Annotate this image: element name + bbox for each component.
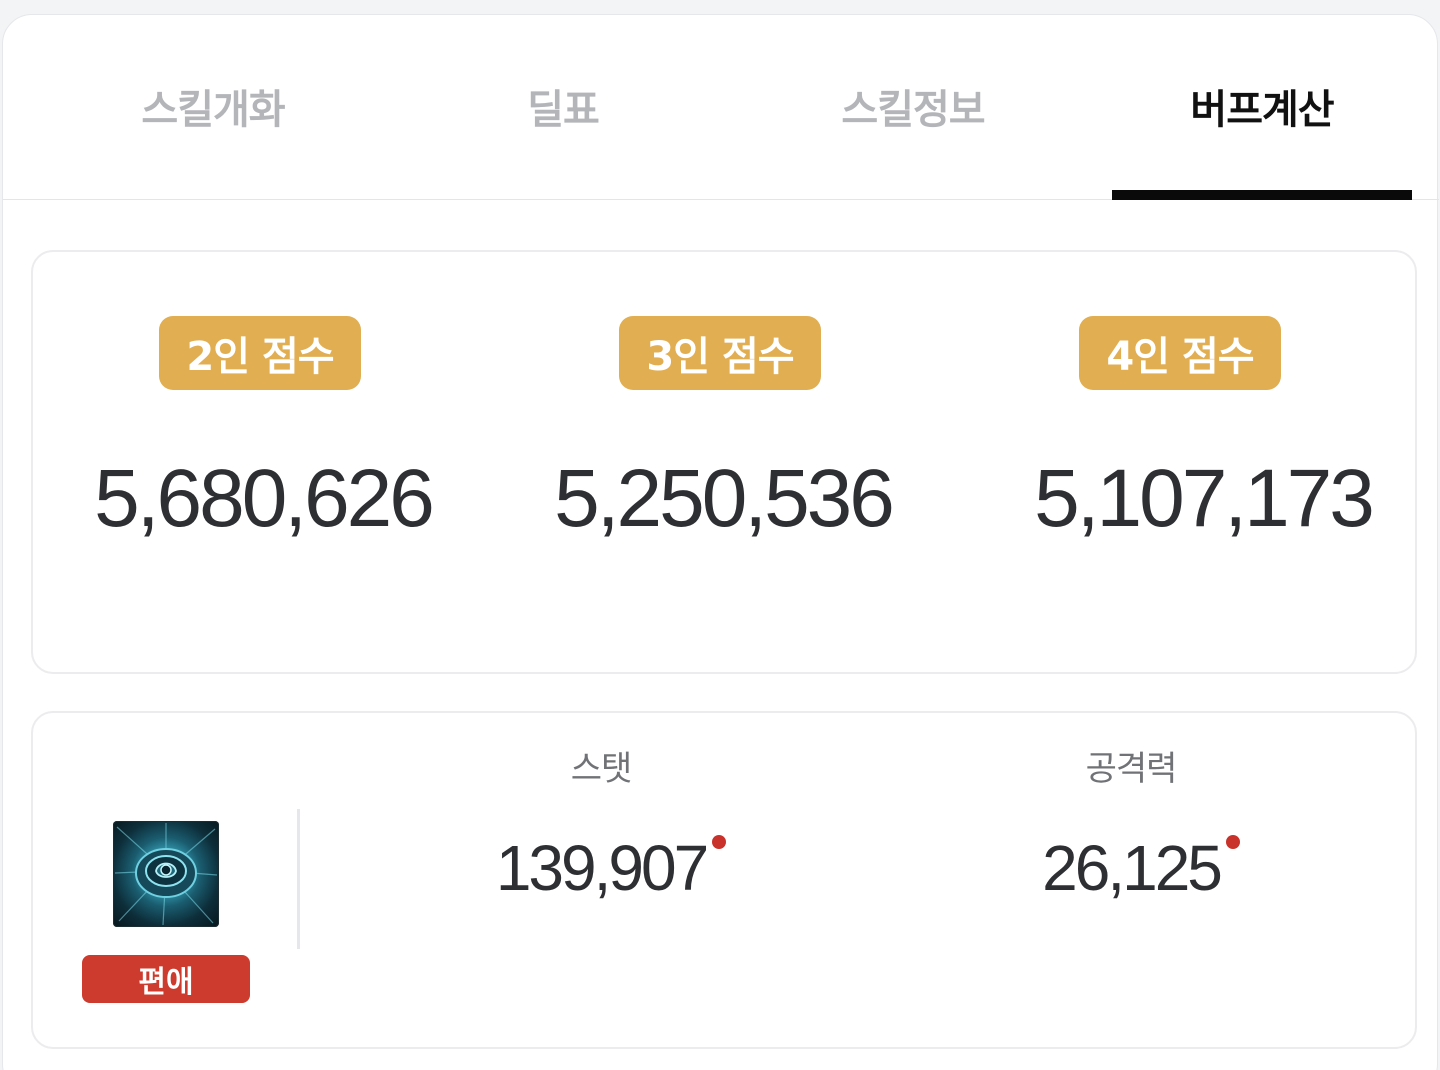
divider xyxy=(297,809,300,949)
score-2p: 2인 점수 5,680,626 xyxy=(33,252,493,672)
tab-damage-table[interactable]: 딜표 xyxy=(413,15,713,199)
tab-buff-calc[interactable]: 버프계산 xyxy=(1112,15,1412,200)
tab-bar: 스킬개화 딜표 스킬정보 버프계산 xyxy=(3,15,1439,200)
attack-label: 공격력 xyxy=(1085,749,1178,789)
score-badge-2p: 2인 점수 xyxy=(159,316,361,390)
blue-rose-skill-icon[interactable] xyxy=(113,821,219,927)
score-value-2p: 5,680,626 xyxy=(94,453,435,544)
indicator-dot xyxy=(1225,835,1240,849)
page: 스킬개화 딜표 스킬정보 버프계산 2인 점수 5,680,626 3인 점수 … xyxy=(0,0,1440,1070)
attack-value-text: 26,125 xyxy=(1042,832,1223,904)
score-4p: 4인 점수 5,107,173 xyxy=(953,252,1413,672)
attack-value: 26,125 xyxy=(1042,831,1240,905)
tab-skill-info[interactable]: 스킬정보 xyxy=(763,15,1063,199)
score-value-4p: 5,107,173 xyxy=(1034,453,1375,544)
score-badge-4p: 4인 점수 xyxy=(1079,316,1281,390)
tab-skill-bloom[interactable]: 스킬개화 xyxy=(63,15,363,199)
tab-label: 스킬정보 xyxy=(841,87,985,133)
active-tab-indicator xyxy=(1112,190,1412,200)
rose-icon xyxy=(114,823,218,926)
score-badge-3p: 3인 점수 xyxy=(619,316,821,390)
tab-label: 버프계산 xyxy=(1190,87,1334,133)
score-value-3p: 5,250,536 xyxy=(554,453,895,544)
skill-tag: 편애 xyxy=(82,955,250,1003)
buff-card: 편애 스탯 139,907 공격력 26,125 xyxy=(31,711,1417,1049)
stat-label: 스탯 xyxy=(570,749,633,789)
score-card: 2인 점수 5,680,626 3인 점수 5,250,536 4인 점수 5,… xyxy=(31,250,1417,674)
indicator-dot xyxy=(712,835,727,849)
stat-value: 139,907 xyxy=(495,831,727,905)
stat-value-text: 139,907 xyxy=(495,832,709,904)
main-card: 스킬개화 딜표 스킬정보 버프계산 2인 점수 5,680,626 3인 점수 … xyxy=(2,14,1439,1070)
score-3p: 3인 점수 5,250,536 xyxy=(493,252,953,672)
tab-label: 딜표 xyxy=(527,87,600,133)
tab-label: 스킬개화 xyxy=(141,87,285,133)
